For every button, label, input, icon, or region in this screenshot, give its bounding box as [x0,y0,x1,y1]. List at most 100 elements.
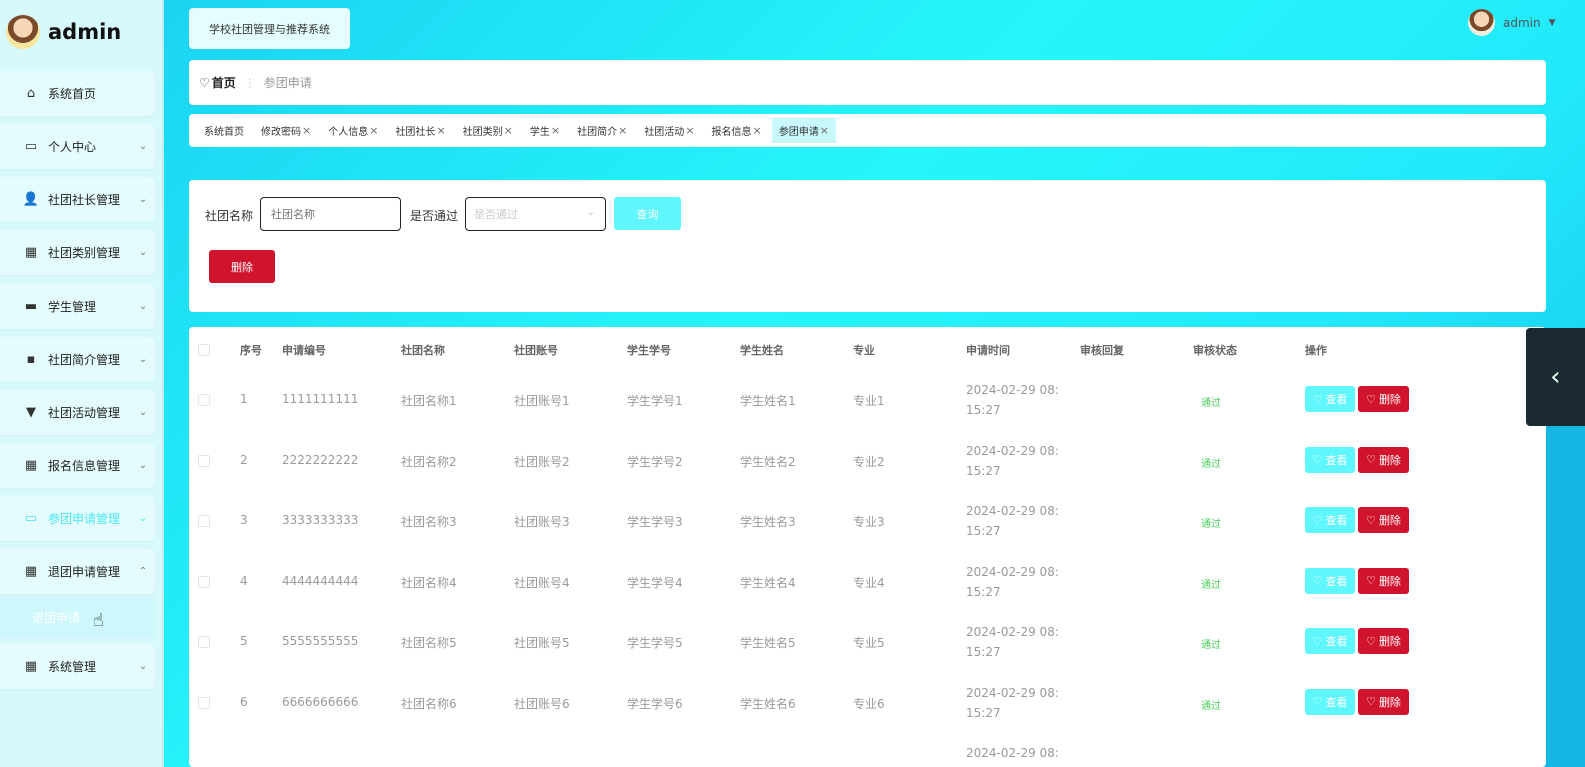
close-icon[interactable]: × [618,124,627,137]
close-icon[interactable]: × [551,124,560,137]
brand-title: admin [48,20,122,44]
heart-icon: ♡ [1366,513,1376,527]
chevron-down-icon: ⌄ [138,661,148,672]
breadcrumb-current: 参团申请 [263,76,312,90]
tab-8[interactable]: 报名信息 × [705,118,769,143]
chevron-left-icon[interactable]: ‹ [1526,328,1585,426]
view-button[interactable]: ♡ 查看 [1305,386,1355,412]
tab-4[interactable]: 社团类别 × [456,118,520,143]
view-label: 查看 [1325,695,1348,709]
cell-apply-no: 1111111111 [282,392,359,406]
delete-button[interactable]: ♡ 删除 [1358,628,1409,654]
batch-delete-button[interactable]: 删除 [209,250,275,283]
tab-3[interactable]: 社团社长 × [388,118,452,143]
brush-icon: ▼ [26,405,36,420]
sidebar-item-label: 系统首页 [48,87,97,101]
heart-icon: ♡ [1366,695,1376,708]
delete-button[interactable]: ♡ 删除 [1358,386,1409,412]
cell-major: 专业6 [853,696,885,711]
system-title: 学校社团管理与推荐系统 [189,8,350,49]
sidebar-item-0[interactable]: ⌂ 系统首页 [0,71,155,116]
sidebar-item-3[interactable]: ▦ 社团类别管理 ⌄ [0,230,155,275]
delete-label: 删除 [1378,574,1401,588]
tab-2[interactable]: 个人信息 × [321,118,385,143]
row-checkbox[interactable] [198,575,210,588]
row-checkbox[interactable] [198,394,210,406]
cell-status: 通过 [1201,458,1221,470]
column-header: 社团账号 [514,344,558,357]
view-button[interactable]: ♡ 查看 [1305,507,1355,533]
cell-student-no: 学生学号3 [627,515,683,529]
delete-button[interactable]: ♡ 删除 [1358,446,1409,473]
tab-label: 参团申请 [778,127,819,138]
tab-6[interactable]: 社团简介 × [570,118,634,143]
select-all-checkbox[interactable] [198,344,210,356]
tab-5[interactable]: 学生 × [523,118,567,143]
sidebar-item-1[interactable]: ▭ 个人中心 ⌄ [0,124,155,169]
sidebar-item-4[interactable]: ▬ 学生管理 ⌄ [0,284,155,329]
breadcrumb-home[interactable]: 首页 [212,74,236,91]
close-icon[interactable]: × [369,124,378,137]
tab-label: 社团简介 [577,127,618,138]
cell-apply-no: 2222222222 [282,452,359,467]
column-header: 申请编号 [282,344,326,357]
submenu-item-quit-apply[interactable]: 退团申请 [0,596,155,638]
sidebar-item-2[interactable]: 👤 社团社长管理 ⌄ [0,177,155,222]
tab-0[interactable]: 系统首页 [197,118,251,143]
heart-icon: ♡ [1312,695,1323,708]
cell-index: 5 [240,634,248,648]
chevron-down-icon: ⌄ [138,141,148,152]
cell-status: 通过 [1201,700,1221,712]
close-icon[interactable]: × [436,124,445,137]
tags-view: 系统首页 修改密码 × 个人信息 × 社团社长 × 社团类别 × 学生 × 社团简介 × 社团活动 × 报名信… [189,114,1546,147]
close-icon[interactable]: × [504,124,513,137]
right-edge [1546,426,1585,767]
sidebar-item-8[interactable]: ▭ 参团申请管理 ⌄ [0,496,155,541]
cell-club-account: 社团账号1 [514,394,570,408]
close-icon[interactable]: × [753,124,762,137]
row-checkbox[interactable] [198,636,210,648]
sidebar-item-6[interactable]: ▼ 社团活动管理 ⌄ [0,390,155,435]
row-checkbox[interactable] [198,515,210,527]
sidebar-item-10[interactable]: ▦ 系统管理 ⌄ [0,644,155,689]
user-name: admin [1503,15,1541,30]
club-name-input[interactable] [260,197,401,231]
row-checkbox[interactable] [198,696,210,709]
close-icon[interactable]: × [685,124,694,137]
row-checkbox[interactable] [198,454,210,467]
cell-apply-time: 2024-02-29 08:15:27 [966,383,1059,417]
monitor-icon: ▭ [24,511,38,526]
sidebar-item-9[interactable]: ▦ 退团申请管理 ⌃ [0,549,155,594]
sidebar: admin ⌂ 系统首页 ▭ 个人中心 ⌄ 👤 社团社长管理 ⌄ ▦ 社团类别管理 ⌄ ▬ 学生管理 ⌄ ▪… [0,0,164,767]
cell-student-no: 学生学号6 [627,696,683,711]
delete-button[interactable]: ♡ 删除 [1358,567,1409,594]
sidebar-item-5[interactable]: ▪ 社团简介管理 ⌄ [0,337,155,382]
view-label: 查看 [1325,574,1348,588]
cell-apply-time: 2024-02-29 08:15:27 [966,443,1059,478]
sidebar-item-7[interactable]: ▦ 报名信息管理 ⌄ [0,443,155,488]
pass-select[interactable]: 是否通过 ⌄ [465,197,606,231]
delete-button[interactable]: ♡ 删除 [1358,688,1409,715]
tab-7[interactable]: 社团活动 × [637,118,701,143]
cell-student-no: 学生学号2 [627,454,683,469]
close-icon[interactable]: × [302,124,311,137]
sidebar-item-label: 报名信息管理 [48,459,121,473]
cell-club-name: 社团名称3 [401,515,457,529]
user-menu[interactable]: admin ▼ [1468,9,1556,36]
chevron-down-icon: ⌄ [138,460,148,471]
tab-9[interactable]: 参团申请 × [771,118,836,143]
chevron-down-icon: ⌄ [138,247,148,258]
query-button[interactable]: 查询 [614,197,681,230]
tab-label: 修改密码 [261,127,301,138]
close-icon[interactable]: × [820,124,829,137]
cell-status: 通过 [1201,398,1221,409]
delete-label: 删除 [1378,453,1401,467]
delete-label: 删除 [1378,514,1401,527]
view-button[interactable]: ♡ 查看 [1305,628,1355,654]
view-button[interactable]: ♡ 查看 [1305,688,1355,715]
view-label: 查看 [1325,453,1348,467]
delete-button[interactable]: ♡ 删除 [1358,507,1409,533]
tab-1[interactable]: 修改密码 × [254,118,318,143]
view-button[interactable]: ♡ 查看 [1305,567,1355,594]
view-button[interactable]: ♡ 查看 [1305,446,1355,473]
